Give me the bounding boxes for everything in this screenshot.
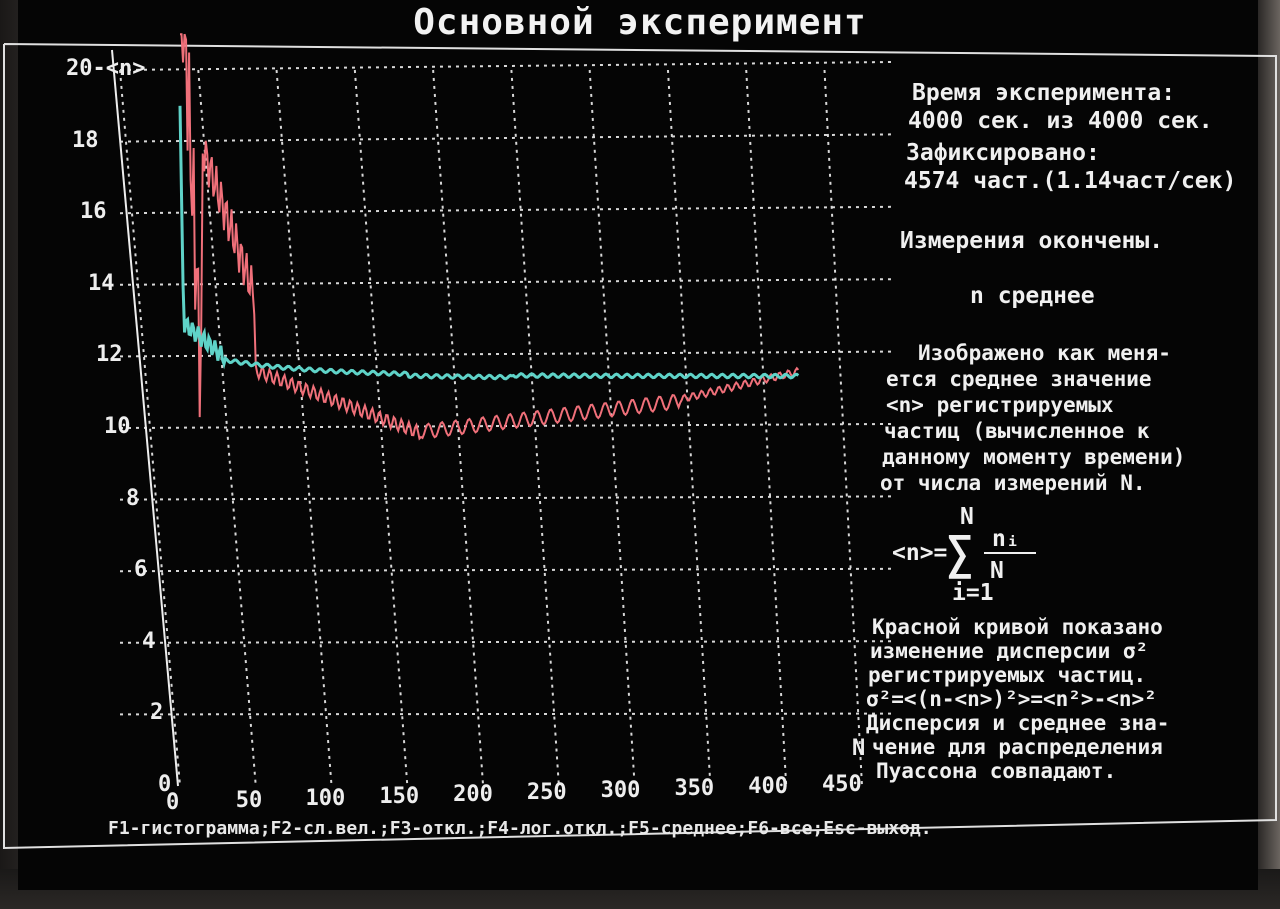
y-tick-label: 14 [88,270,115,296]
x-tick-label: 50 [235,788,263,813]
formula-numerator: nᵢ [992,526,1020,552]
gridline-vertical [823,69,863,787]
gridline-horizontal [119,712,893,716]
mode-label: n среднее [970,283,1095,309]
variance-text-line: регистрируемых частиц. [868,663,1147,687]
description-line: ется среднее значение [886,367,1152,391]
variance-text-line: σ²=<(n-<n>)²>=<n²>-<n>² [866,687,1157,711]
gridline-horizontal [119,640,893,644]
y-tick-label: 10 [104,414,131,439]
gridline-horizontal [119,567,893,573]
formula-denominator: N [990,558,1004,584]
gridline-vertical [745,69,788,787]
mean-series-line [178,105,800,381]
gridline-vertical [197,69,257,787]
description-line: от числа измерений N. [880,471,1146,495]
y-tick-label: 16 [80,199,107,225]
x-tick-label: 100 [305,786,346,811]
status-text: Измерения окончены. [900,228,1164,254]
x-tick-label: 250 [526,780,567,805]
formula-lower-limit: i=1 [952,580,994,606]
y-tick-label: 6 [134,557,148,583]
x-axis-label: N [852,736,866,761]
variance-text-line: изменение дисперсии σ² [870,639,1149,663]
x-tick-label: 300 [600,778,641,803]
function-keys-footer: F1-гистограмма;F2-сл.вел.;F3-откл.;F4-ло… [108,818,932,839]
gridline-horizontal [119,278,893,286]
x-tick-label: 200 [453,782,493,807]
x-tick-label: 0 [166,790,180,815]
x-tick-label: 150 [379,784,420,809]
formula-lhs: <n>= [892,540,948,566]
description-line: Изображено как меня- [918,341,1171,365]
variance-text-line: чение для распределения [872,735,1163,759]
gridline-vertical [510,69,560,787]
description-line: данному моменту времени) [882,445,1186,469]
description-line: частиц (вычисленное к [884,419,1150,443]
x-tick-label: 400 [748,774,788,799]
fixed-label: Зафиксировано: [906,140,1100,166]
gridline-horizontal [119,61,893,71]
gridline-vertical [588,69,636,787]
y-tick-label: 4 [142,628,156,654]
gridline-horizontal [119,205,893,215]
description-line: <n> регистрируемых [886,393,1114,417]
y-axis-top-label: 20-<n> [66,56,146,81]
y-tick-label: 8 [126,485,140,511]
variance-text-line: Красной кривой показано [872,615,1163,639]
time-value: 4000 сек. из 4000 сек. [908,108,1213,134]
variance-text-line: Пуассона совпадают. [876,759,1117,783]
variance-text-line: Дисперсия и среднее зна- [866,711,1170,735]
y-tick-label: 18 [72,127,99,153]
gridline-horizontal [119,495,893,501]
gridline-horizontal [119,133,893,143]
formula-sum-symbol: ∑ [946,526,974,580]
time-label: Время эксперимента: [912,80,1176,106]
gridline-vertical [666,69,712,787]
gridline-horizontal [119,350,893,358]
y-tick-label: 2 [150,700,164,726]
formula-upper-limit: N [960,504,974,530]
x-tick-label: 450 [822,772,862,797]
y-tick-label: 12 [96,342,123,368]
chart-grid [111,49,893,787]
formula-fraction-bar [984,552,1036,554]
fixed-value: 4574 част.(1.14част/сек) [904,168,1237,194]
x-tick-label: 350 [674,776,715,801]
